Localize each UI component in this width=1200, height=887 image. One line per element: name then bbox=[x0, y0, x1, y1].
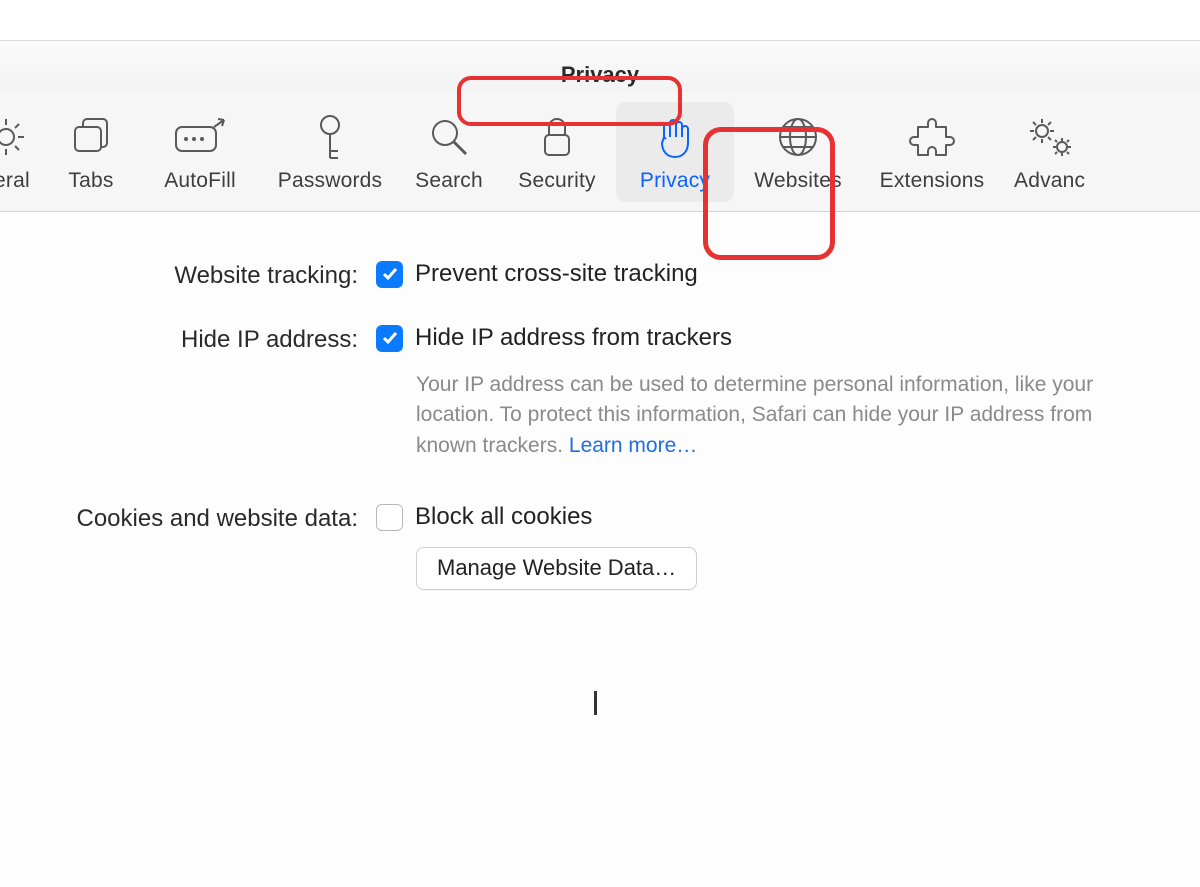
manage-website-data-button[interactable]: Manage Website Data… bbox=[416, 547, 697, 590]
tab-label: Privacy bbox=[640, 169, 710, 193]
tab-label: Tabs bbox=[68, 169, 113, 193]
tab-privacy[interactable]: Privacy bbox=[616, 102, 734, 202]
tab-label: Security bbox=[518, 169, 595, 193]
gear-icon bbox=[0, 111, 30, 163]
tab-tabs[interactable]: Tabs bbox=[42, 102, 140, 202]
key-icon bbox=[310, 111, 350, 163]
setting-label: Hide IP address: bbox=[0, 324, 358, 354]
prevent-cross-site-tracking-checkbox[interactable] bbox=[376, 261, 403, 288]
tab-label: Advanc bbox=[1014, 169, 1085, 193]
preferences-toolbar: neral Tabs AutoFill Passwords Search Sec… bbox=[0, 92, 1200, 212]
window-titlebar: Privacy bbox=[0, 40, 1200, 92]
setting-label: Website tracking: bbox=[0, 260, 358, 290]
privacy-settings-pane: Website tracking: Prevent cross-site tra… bbox=[0, 212, 1200, 887]
hand-icon bbox=[654, 111, 696, 163]
tab-general[interactable]: neral bbox=[0, 102, 42, 202]
tab-extensions[interactable]: Extensions bbox=[862, 102, 1002, 202]
cookies-row: Cookies and website data: Block all cook… bbox=[0, 503, 1160, 590]
tabs-icon bbox=[67, 111, 115, 163]
window-title: Privacy bbox=[543, 58, 657, 92]
tab-security[interactable]: Security bbox=[498, 102, 616, 202]
hide-ip-row: Hide IP address: Hide IP address from tr… bbox=[0, 324, 1160, 461]
tab-label: Passwords bbox=[278, 169, 383, 193]
tab-advanced[interactable]: Advanc bbox=[1002, 102, 1097, 202]
tab-label: Extensions bbox=[880, 169, 985, 193]
help-text: Your IP address can be used to determine… bbox=[416, 373, 1093, 457]
autofill-icon bbox=[170, 111, 230, 163]
learn-more-link[interactable]: Learn more… bbox=[569, 434, 697, 457]
gears-icon bbox=[1024, 111, 1076, 163]
tab-websites[interactable]: Websites bbox=[734, 102, 862, 202]
block-all-cookies-checkbox[interactable] bbox=[376, 504, 403, 531]
tab-label: AutoFill bbox=[164, 169, 236, 193]
puzzle-icon bbox=[908, 111, 956, 163]
hide-ip-from-trackers-checkbox[interactable] bbox=[376, 325, 403, 352]
tab-passwords[interactable]: Passwords bbox=[260, 102, 400, 202]
website-tracking-row: Website tracking: Prevent cross-site tra… bbox=[0, 260, 1160, 290]
option-label: Hide IP address from trackers bbox=[415, 324, 732, 352]
hide-ip-help-text: Your IP address can be used to determine… bbox=[416, 370, 1146, 461]
lock-icon bbox=[537, 111, 577, 163]
tab-label: neral bbox=[0, 169, 30, 193]
globe-icon bbox=[775, 111, 821, 163]
tab-label: Websites bbox=[754, 169, 842, 193]
option-label: Block all cookies bbox=[415, 503, 592, 531]
option-label: Prevent cross-site tracking bbox=[415, 260, 698, 288]
tab-label: Search bbox=[415, 169, 483, 193]
scroll-indicator bbox=[594, 691, 597, 715]
tab-search[interactable]: Search bbox=[400, 102, 498, 202]
setting-label: Cookies and website data: bbox=[0, 503, 358, 533]
tab-autofill[interactable]: AutoFill bbox=[140, 102, 260, 202]
search-icon bbox=[425, 111, 473, 163]
